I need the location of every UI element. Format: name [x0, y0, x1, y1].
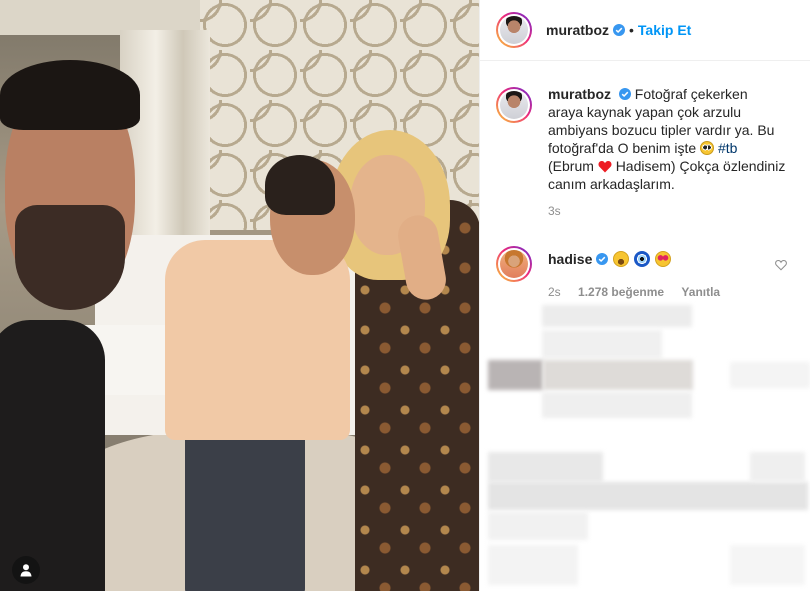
nazar-amulet-icon: [634, 251, 651, 267]
comment-item: hadise 2s 1.278 beğenme Yanıtla: [496, 246, 796, 299]
author-username[interactable]: muratboz: [546, 22, 609, 38]
photo-person-middle-hair: [265, 155, 335, 215]
post-header: muratboz • Takip Et: [480, 0, 810, 61]
verified-badge-icon: [618, 88, 631, 100]
caption-part-2: (Ebrum: [548, 158, 594, 174]
heart-eyes-icon: [655, 251, 672, 267]
smiling-face-icon: [613, 251, 630, 267]
caption-text: muratboz Fotoğraf çekerken araya kaynak …: [548, 85, 786, 193]
post-caption: muratboz Fotoğraf çekerken araya kaynak …: [480, 61, 810, 218]
verified-badge-icon: [596, 253, 609, 265]
reply-button[interactable]: Yanıtla: [681, 285, 720, 299]
comment-timestamp[interactable]: 2s: [548, 285, 561, 299]
comment-meta: 2s 1.278 beğenme Yanıtla: [548, 285, 734, 299]
photo-person-left-hair: [0, 60, 140, 130]
caption-username[interactable]: muratboz: [548, 86, 611, 102]
caption-hashtag[interactable]: #tb: [718, 140, 737, 156]
commenter-username[interactable]: hadise: [548, 250, 592, 268]
post-side-panel: muratboz • Takip Et muratboz Fotoğraf çe…: [479, 0, 810, 591]
post-photo[interactable]: [0, 0, 479, 591]
photo-person-left-beard: [15, 205, 125, 310]
caption-author-avatar[interactable]: [496, 87, 532, 123]
photo-person-middle-legs: [185, 425, 305, 591]
verified-badge-icon: [613, 24, 625, 36]
photo-person-left-body: [0, 320, 105, 591]
header-separator: •: [629, 22, 634, 38]
follow-button[interactable]: Takip Et: [638, 22, 691, 38]
tagged-users-icon[interactable]: [12, 556, 40, 584]
author-avatar[interactable]: [496, 12, 532, 48]
flushed-face-icon: [700, 141, 715, 155]
heart-outline-icon[interactable]: [775, 259, 787, 271]
comment-likes[interactable]: 1.278 beğenme: [578, 285, 664, 299]
red-heart-icon: [598, 160, 612, 173]
commenter-avatar[interactable]: [496, 246, 532, 282]
caption-timestamp[interactable]: 3s: [548, 204, 786, 218]
